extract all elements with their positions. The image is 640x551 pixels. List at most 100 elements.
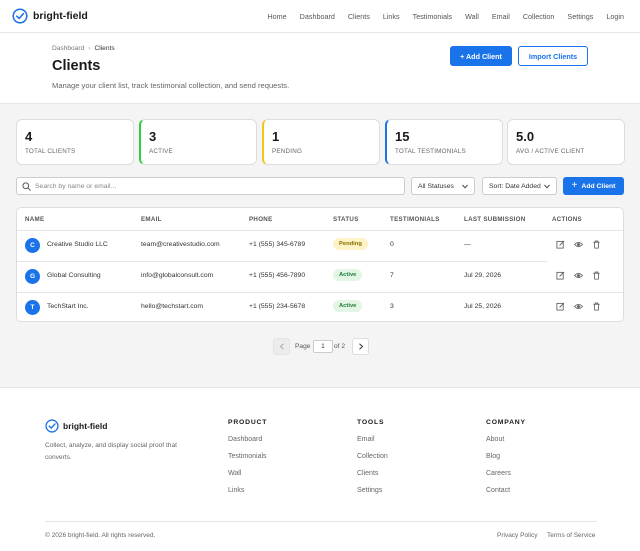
search-icon bbox=[22, 182, 31, 191]
status-filter-value: All Statuses bbox=[418, 183, 454, 190]
check-circle-icon bbox=[45, 419, 59, 433]
edit-icon[interactable] bbox=[556, 271, 565, 280]
testimonial-count: 7 bbox=[390, 272, 394, 279]
client-name: Global Consulting bbox=[47, 272, 101, 279]
breadcrumb-current: Clients bbox=[94, 45, 115, 52]
page-header: Dashboard › Clients Clients Manage your cl… bbox=[0, 33, 640, 104]
prev-page-button[interactable] bbox=[273, 338, 290, 355]
page-number-input[interactable] bbox=[313, 340, 333, 353]
breadcrumb: Dashboard › Clients bbox=[52, 45, 115, 52]
footer-link[interactable]: Blog bbox=[486, 453, 526, 460]
page-total: of 2 bbox=[334, 343, 345, 350]
trash-icon[interactable] bbox=[592, 240, 601, 249]
nav-wall[interactable]: Wall bbox=[465, 12, 479, 21]
trash-icon[interactable] bbox=[592, 302, 601, 311]
footer-heading: TOOLS bbox=[357, 419, 385, 426]
footer-logo[interactable]: bright-field bbox=[45, 419, 107, 433]
page-subtitle: Manage your client list, track testimoni… bbox=[52, 81, 290, 90]
testimonial-count: 3 bbox=[390, 303, 394, 310]
brand-name: bright-field bbox=[33, 10, 88, 22]
footer-link[interactable]: Links bbox=[228, 487, 267, 494]
import-clients-button[interactable]: Import Clients bbox=[518, 46, 588, 66]
nav-email[interactable]: Email bbox=[492, 12, 510, 21]
stat-value: 3 bbox=[149, 129, 157, 144]
table-row[interactable]: C Creative Studio LLC team@creativestudi… bbox=[17, 230, 623, 260]
nav-links-page[interactable]: Links bbox=[383, 12, 400, 21]
privacy-policy-link[interactable]: Privacy Policy bbox=[497, 532, 537, 539]
eye-icon[interactable] bbox=[574, 240, 583, 249]
client-email: info@globalconsult.com bbox=[141, 272, 214, 279]
last-submission: Jul 29, 2026 bbox=[464, 272, 502, 279]
search-input[interactable] bbox=[35, 180, 395, 193]
status-filter-select[interactable]: All Statuses bbox=[411, 177, 475, 195]
nav-testimonials[interactable]: Testimonials bbox=[413, 12, 453, 21]
avatar: G bbox=[25, 269, 40, 284]
nav-settings[interactable]: Settings bbox=[567, 12, 593, 21]
eye-icon[interactable] bbox=[574, 271, 583, 280]
chevron-left-icon bbox=[279, 343, 284, 350]
stat-active: 3 ACTIVE bbox=[139, 119, 257, 165]
col-name: NAME bbox=[25, 216, 45, 223]
stat-value: 15 bbox=[395, 129, 410, 144]
nav-login[interactable]: Login bbox=[606, 12, 624, 21]
footer-description: Collect, analyze, and display social pro… bbox=[45, 442, 177, 461]
footer-heading: PRODUCT bbox=[228, 419, 268, 426]
stat-label: TOTAL CLIENTS bbox=[25, 148, 76, 155]
client-name: TechStart Inc. bbox=[47, 303, 89, 310]
stat-label: TOTAL TESTIMONIALS bbox=[395, 148, 466, 155]
terms-of-service-link[interactable]: Terms of Service bbox=[547, 532, 595, 539]
nav-collection[interactable]: Collection bbox=[523, 12, 555, 21]
footer-link[interactable]: Email bbox=[357, 436, 388, 443]
stat-label: ACTIVE bbox=[149, 148, 173, 155]
next-page-button[interactable] bbox=[352, 338, 369, 355]
chevron-down-icon bbox=[544, 184, 550, 189]
footer-link[interactable]: Testimonials bbox=[228, 453, 267, 460]
footer-link[interactable]: Settings bbox=[357, 487, 388, 494]
eye-icon[interactable] bbox=[574, 302, 583, 311]
client-email: hello@techstart.com bbox=[141, 303, 204, 310]
stat-label: PENDING bbox=[272, 148, 303, 155]
edit-icon[interactable] bbox=[556, 240, 565, 249]
status-badge: Pending bbox=[333, 238, 368, 250]
check-circle-icon bbox=[12, 8, 28, 24]
stat-total-testimonials: 15 TOTAL TESTIMONIALS bbox=[385, 119, 503, 165]
copyright: © 2026 bright-field. All rights reserved… bbox=[45, 532, 156, 539]
col-testimonials: TESTIMONIALS bbox=[390, 216, 440, 223]
footer-link[interactable]: About bbox=[486, 436, 526, 443]
clients-table: NAME EMAIL PHONE STATUS TESTIMONIALS LAS… bbox=[16, 207, 624, 322]
table-row[interactable]: G Global Consulting info@globalconsult.c… bbox=[17, 261, 623, 291]
avatar: T bbox=[25, 300, 40, 315]
status-badge: Active bbox=[333, 269, 363, 281]
footer-link[interactable]: Clients bbox=[357, 470, 388, 477]
sort-select[interactable]: Sort: Date Added bbox=[482, 177, 557, 195]
chevron-right-icon bbox=[358, 343, 363, 350]
footer-col-company: COMPANY About Blog Careers Contact bbox=[486, 419, 526, 494]
col-email: EMAIL bbox=[141, 216, 162, 223]
table-row[interactable]: T TechStart Inc. hello@techstart.com +1 … bbox=[17, 292, 623, 321]
nav-home[interactable]: Home bbox=[267, 12, 286, 21]
nav-links: Home Dashboard Clients Links Testimonial… bbox=[254, 12, 624, 21]
search-box bbox=[16, 177, 405, 195]
footer-link[interactable]: Wall bbox=[228, 470, 267, 477]
client-email: team@creativestudio.com bbox=[141, 241, 220, 248]
footer-link[interactable]: Careers bbox=[486, 470, 526, 477]
footer-link[interactable]: Dashboard bbox=[228, 436, 267, 443]
add-client-button[interactable]: + Add Client bbox=[450, 46, 512, 66]
stat-pending: 1 PENDING bbox=[262, 119, 380, 165]
add-client-toolbar-button[interactable]: + Add Client bbox=[563, 177, 624, 195]
page-label: Page bbox=[295, 343, 311, 350]
last-submission: — bbox=[464, 241, 471, 248]
nav-clients[interactable]: Clients bbox=[348, 12, 370, 21]
col-last-submission: LAST SUBMISSION bbox=[464, 216, 526, 223]
client-phone: +1 (555) 456-7890 bbox=[249, 272, 306, 279]
breadcrumb-dashboard[interactable]: Dashboard bbox=[52, 45, 84, 52]
edit-icon[interactable] bbox=[556, 302, 565, 311]
nav-dashboard[interactable]: Dashboard bbox=[300, 12, 335, 21]
client-phone: +1 (555) 234-5678 bbox=[249, 303, 306, 310]
add-client-label: Add Client bbox=[581, 182, 616, 190]
footer-link[interactable]: Contact bbox=[486, 487, 526, 494]
top-nav: bright-field Home Dashboard Clients Link… bbox=[0, 0, 640, 33]
brand-logo[interactable]: bright-field bbox=[12, 8, 88, 24]
footer-link[interactable]: Collection bbox=[357, 453, 388, 460]
trash-icon[interactable] bbox=[592, 271, 601, 280]
